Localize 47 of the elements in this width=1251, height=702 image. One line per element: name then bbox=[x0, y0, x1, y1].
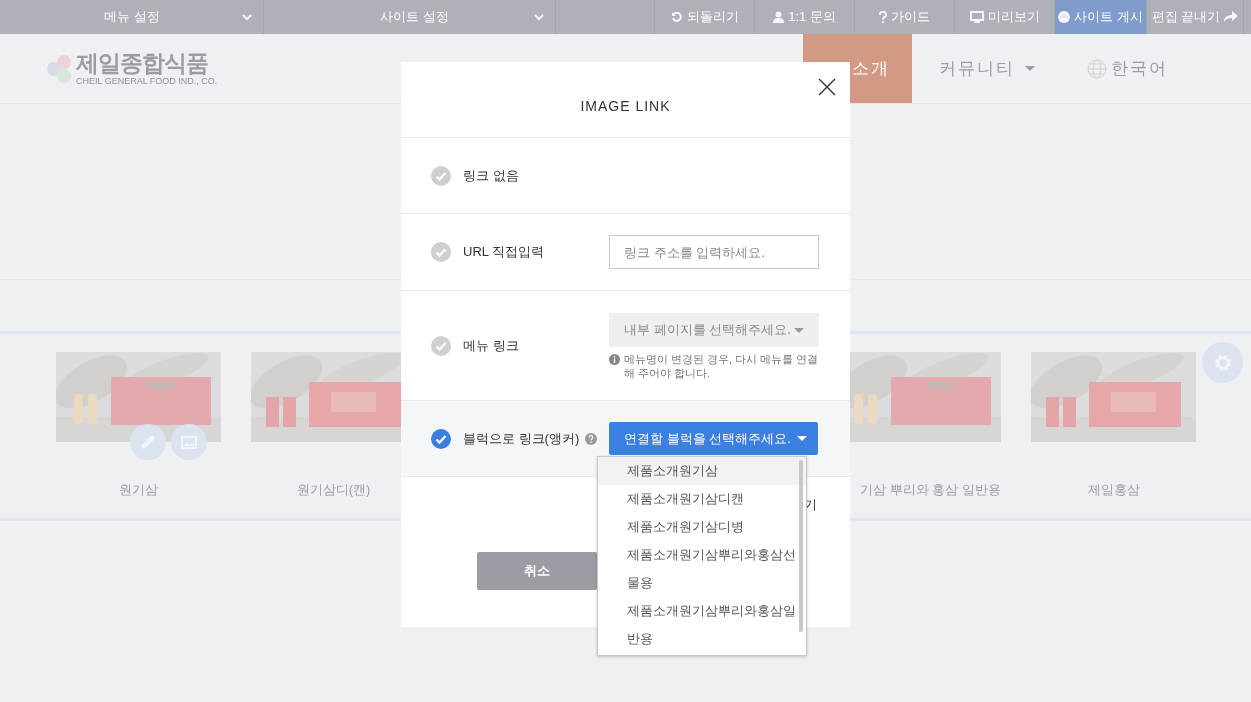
check-icon[interactable] bbox=[431, 242, 451, 262]
cancel-button[interactable]: 취소 bbox=[477, 552, 597, 590]
option-label: 링크 없음 bbox=[463, 166, 519, 185]
nav-item[interactable]: 커뮤니티 bbox=[912, 34, 1062, 103]
caret-icon bbox=[1025, 66, 1035, 71]
product-name: 제일홍삼 bbox=[1087, 481, 1140, 499]
scrollbar-thumb[interactable] bbox=[799, 460, 803, 632]
product-name: 원기삼 bbox=[119, 481, 158, 499]
product-name: 원기삼디(캔) bbox=[296, 481, 371, 499]
check-icon[interactable] bbox=[431, 335, 451, 356]
dropdown-option[interactable]: 제품소개원기삼 bbox=[598, 457, 806, 485]
language-selector[interactable]: 한국어 bbox=[1087, 34, 1168, 103]
block-select[interactable]: 연결할 블럭을 선택해주세요. bbox=[609, 422, 818, 455]
option-label: 메뉴 링크 bbox=[463, 336, 519, 355]
dropdown-option[interactable]: 제품소개원기삼디병 bbox=[598, 513, 806, 541]
url-input-field[interactable]: 링크 주소를 입력하세요. bbox=[609, 235, 819, 269]
upload-icon bbox=[1058, 11, 1071, 23]
globe-icon bbox=[1087, 58, 1107, 79]
menu-link-note: 메뉴명이 변경된 경우, 다시 메뉴를 연결해 주어야 합니다. bbox=[624, 352, 820, 380]
check-icon[interactable] bbox=[431, 165, 451, 186]
chevron-icon bbox=[241, 13, 253, 21]
close-icon[interactable] bbox=[818, 78, 836, 96]
dialog-title: IMAGE LINK bbox=[580, 97, 671, 116]
dropdown-option[interactable]: 제품소개원기삼뿌리와홍삼선물용 bbox=[598, 541, 806, 597]
info-icon bbox=[609, 354, 620, 365]
logo-title: 제일종합식품 bbox=[76, 51, 209, 75]
option-label: 블럭으로 링크(앵커) bbox=[463, 429, 580, 448]
dropdown-option[interactable]: 제품소개원기삼뿌리와홍삼일반용 bbox=[598, 597, 806, 653]
user-icon bbox=[773, 11, 785, 23]
option-label: 기 bbox=[804, 496, 817, 515]
undo-icon bbox=[670, 11, 683, 23]
product-name: 기삼 뿌리와 홍삼 일반용 bbox=[860, 481, 1001, 499]
help-icon[interactable] bbox=[585, 432, 598, 445]
dropdown-option[interactable]: 제품소개원기삼디캔 bbox=[598, 485, 806, 513]
caret-icon bbox=[794, 327, 804, 333]
share-arrow-icon bbox=[1224, 11, 1239, 23]
question-icon bbox=[879, 11, 887, 23]
caret-icon bbox=[797, 436, 807, 441]
toolbar-button[interactable]: 사이트 게시 bbox=[1055, 0, 1147, 34]
option-label: URL 직접입력 bbox=[463, 243, 545, 262]
link-button[interactable] bbox=[130, 424, 166, 460]
image-button[interactable] bbox=[171, 424, 207, 460]
check-icon[interactable] bbox=[431, 428, 451, 449]
logo-subtitle: CHEIL GENERAL FOOD IND., CO. bbox=[76, 76, 218, 86]
page-select[interactable]: 내부 페이지를 선택해주세요. bbox=[609, 313, 819, 347]
chevron-icon bbox=[533, 13, 545, 21]
monitor-icon bbox=[969, 11, 984, 23]
